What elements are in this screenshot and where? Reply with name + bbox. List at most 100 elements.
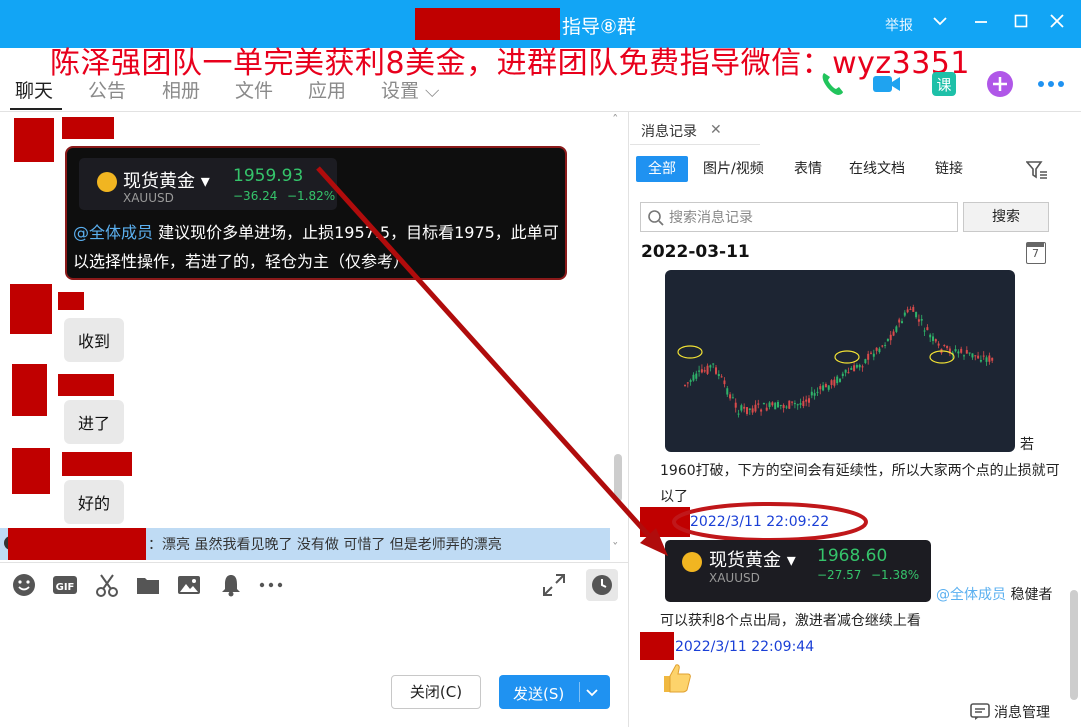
close-window-button[interactable]: [1043, 10, 1071, 38]
filter-media[interactable]: 图片/视频: [703, 156, 764, 182]
video-call-button[interactable]: [870, 68, 902, 100]
gold-coin-icon: [97, 172, 117, 192]
filter-stickers[interactable]: 表情: [794, 156, 822, 182]
candle-body: [979, 359, 982, 362]
candle-body: [698, 370, 701, 372]
emoji-icon: [13, 574, 35, 596]
collapse-up-icon[interactable]: ˆ: [612, 114, 619, 129]
history-button[interactable]: [586, 569, 618, 601]
collapse-down-icon[interactable]: ˇ: [612, 542, 619, 557]
quote-change-pct: −1.38%: [871, 568, 920, 582]
candle-body: [788, 400, 791, 409]
candle-body: [802, 400, 805, 407]
filter-icon[interactable]: [1026, 160, 1048, 180]
candle-body: [689, 380, 692, 382]
candle-body: [717, 374, 720, 377]
candle-body: [731, 397, 734, 399]
candle-body: [805, 399, 808, 402]
minimize-button[interactable]: [967, 10, 995, 38]
history-scrollbar[interactable]: [1070, 590, 1078, 700]
candle-body: [844, 369, 847, 373]
candle-body: [892, 331, 895, 336]
candle-body: [729, 394, 732, 399]
candle-body: [839, 378, 841, 382]
send-button[interactable]: 发送(S): [499, 675, 610, 709]
add-app-button[interactable]: [984, 68, 1016, 100]
voice-call-button[interactable]: [816, 68, 848, 100]
mention-all[interactable]: @全体成员: [936, 587, 1006, 603]
maximize-icon: [1014, 14, 1028, 28]
file-button[interactable]: [135, 572, 161, 598]
candle-body: [723, 380, 726, 385]
candle-body: [827, 385, 830, 390]
maximize-button[interactable]: [1007, 10, 1035, 38]
signal-message-bubble[interactable]: 现货黄金 ▾ XAUUSD 1959.93 −36.24 −1.82% @全体成…: [65, 146, 567, 280]
history-date: 2022-03-11: [641, 242, 750, 262]
more-tools-button[interactable]: [258, 572, 284, 598]
timestamp-2: 2022/3/11 22:09:44: [675, 639, 815, 655]
candle-body: [743, 406, 746, 409]
candle-body: [934, 339, 937, 342]
chat-scrollbar[interactable]: [614, 454, 622, 502]
candle-body: [963, 355, 965, 357]
filter-links[interactable]: 链接: [935, 156, 963, 182]
quote-price: 1959.93: [233, 166, 304, 186]
candle-body: [684, 384, 686, 386]
message-manage-icon: [970, 703, 990, 720]
notification-button[interactable]: [218, 572, 244, 598]
screenshot-button[interactable]: [94, 572, 120, 598]
reply-bubble[interactable]: 进了: [64, 400, 125, 444]
chat-message-area[interactable]: ˆ 现货黄金 ▾ XAUUSD 1959.93 −36.24 −1.82% @全…: [0, 112, 628, 562]
candle-body: [757, 403, 760, 405]
filter-docs[interactable]: 在线文档: [849, 156, 905, 182]
candle-body: [813, 393, 816, 396]
candle-body: [909, 308, 912, 310]
candle-body: [886, 338, 889, 342]
message-manage-button[interactable]: 消息管理: [994, 702, 1050, 722]
history-search-button[interactable]: 搜索: [963, 202, 1049, 232]
candle-body: [712, 363, 715, 365]
emoji-button[interactable]: [11, 572, 37, 598]
more-button[interactable]: [1035, 68, 1067, 100]
image-button[interactable]: [176, 572, 202, 598]
candle-body: [700, 369, 703, 373]
candle-body: [853, 365, 856, 372]
quote-symbol: XAUUSD: [123, 191, 174, 205]
candle-body: [954, 349, 957, 352]
gif-button[interactable]: GIF: [52, 572, 78, 598]
chevron-down-icon[interactable]: [585, 685, 599, 699]
close-history-button[interactable]: ✕: [710, 122, 722, 138]
dropdown-button[interactable]: [926, 10, 954, 38]
gold-quote-card[interactable]: 现货黄金 ▾ XAUUSD 1959.93 −36.24 −1.82%: [79, 158, 337, 210]
new-message-notice[interactable]: ：漂亮 虽然我看见晚了 没有做 可惜了 但是老师弄的漂亮: [0, 528, 610, 560]
candle-body: [847, 372, 850, 374]
filter-all[interactable]: 全部: [636, 156, 688, 182]
close-chat-button[interactable]: 关闭(C): [391, 675, 481, 709]
candle-body: [762, 402, 765, 405]
reply-bubble[interactable]: 好的: [64, 480, 125, 524]
candle-body: [779, 404, 782, 406]
candlestick-chart: [677, 304, 994, 418]
classroom-button[interactable]: 课: [928, 68, 960, 100]
quote-name: 现货黄金 ▾: [709, 550, 796, 571]
sender-name-redacted: [640, 632, 674, 660]
candle-body: [748, 408, 751, 410]
candle-body: [946, 345, 949, 349]
candlestick-chart-image[interactable]: [665, 270, 1015, 452]
avatar-redacted: [10, 284, 52, 334]
history-search-input[interactable]: [669, 208, 949, 228]
calendar-icon-day: 7: [1032, 247, 1039, 260]
report-button[interactable]: 举报: [885, 15, 913, 35]
candle-body: [991, 357, 994, 361]
expand-input-button[interactable]: [541, 572, 567, 598]
candle-body: [937, 343, 940, 346]
candle-body: [920, 319, 923, 321]
video-camera-icon: [873, 76, 900, 92]
candle-body: [867, 353, 870, 360]
calendar-button[interactable]: 7: [1026, 242, 1046, 264]
reply-bubble[interactable]: 收到: [64, 318, 125, 362]
gold-quote-card[interactable]: 现货黄金 ▾ XAUUSD 1968.60 −27.57 −1.38%: [665, 540, 931, 602]
mention-all[interactable]: @全体成员: [73, 223, 153, 242]
tab-chat[interactable]: 聊天: [15, 76, 53, 103]
candle-body: [903, 312, 906, 316]
